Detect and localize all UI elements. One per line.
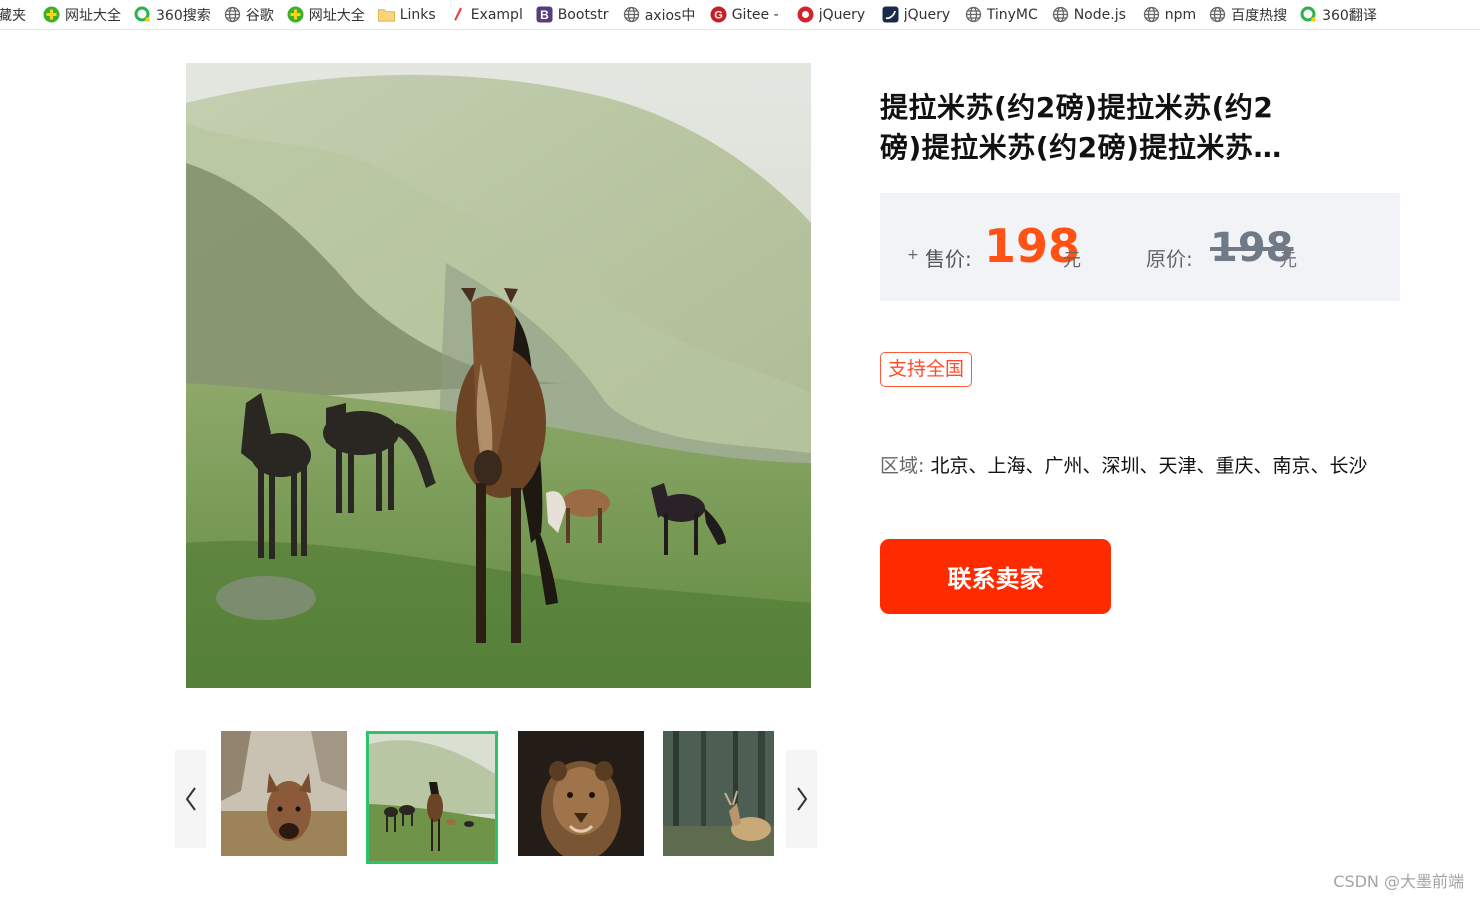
thumbnail-deer[interactable] — [221, 731, 347, 856]
main-product-image — [186, 63, 811, 688]
bookmark-item[interactable]: 网址大全 — [37, 0, 128, 29]
bookmark-item[interactable]: Node.js — [1046, 0, 1137, 29]
globe-icon — [224, 6, 241, 23]
bookmark-label: jQuery — [818, 6, 866, 23]
jquery-dark-icon — [882, 6, 899, 23]
bookmark-item[interactable]: jQuery — [791, 0, 876, 29]
globe-icon — [1209, 6, 1226, 23]
bookmark-label: 藏夹 — [0, 7, 26, 24]
nationwide-tag: 支持全国 — [880, 352, 973, 387]
thumbnail-resting-deer[interactable] — [663, 731, 774, 856]
thumbnail-horses[interactable] — [366, 731, 498, 864]
bookmark-item[interactable]: B Bootstr — [530, 0, 617, 29]
bookmark-label: TinyMC — [986, 6, 1038, 23]
bookmark-item[interactable]: 网址大全 — [281, 0, 372, 29]
prev-thumbnail-button[interactable] — [175, 750, 206, 848]
bookmark-label: Gitee - — [731, 6, 779, 23]
bootstrap-icon: B — [536, 6, 553, 23]
globe-icon — [1052, 6, 1069, 23]
bookmark-label: 百度热搜 — [1231, 7, 1288, 24]
bookmarks-bar: 藏夹 网址大全 360搜索 谷歌 网址大全 Links Exampl B Boo… — [0, 0, 1480, 30]
bookmark-item[interactable]: 360翻译 — [1294, 0, 1384, 29]
chevron-left-icon — [185, 787, 196, 811]
360-search-icon — [1300, 6, 1317, 23]
bookmark-item[interactable]: G Gitee - — [704, 0, 791, 29]
region-row: 区域: 北京、上海、广州、深圳、天津、重庆、南京、长沙 — [880, 451, 1367, 478]
sale-price-label: 售价: — [925, 247, 972, 271]
bookmark-label: npm — [1164, 6, 1197, 23]
bookmark-item[interactable]: Links — [372, 0, 443, 29]
bookmark-label: Exampl — [470, 6, 523, 23]
region-label: 区域: — [880, 455, 925, 477]
contact-seller-button[interactable]: 联系卖家 — [880, 539, 1111, 614]
bookmark-item[interactable]: Exampl — [443, 0, 530, 29]
folder-icon — [377, 6, 395, 23]
thumbnail-lioness[interactable] — [518, 731, 644, 856]
gitee-icon: G — [710, 6, 727, 23]
bookmark-label: 网址大全 — [308, 7, 365, 24]
pen-icon — [449, 6, 466, 23]
product-title: 提拉米苏(约2磅)提拉米苏(约2磅)提拉米苏(约2磅)提拉米苏… — [880, 91, 1282, 164]
bookmark-label: 谷歌 — [245, 7, 274, 24]
bookmark-item[interactable]: npm — [1137, 0, 1203, 29]
price-panel: + 售价: 198 元 原价: 198 元 — [880, 193, 1400, 301]
next-thumbnail-button[interactable] — [786, 750, 817, 848]
original-price-label: 原价: — [1146, 247, 1193, 271]
globe-icon — [623, 6, 640, 23]
bookmark-item[interactable]: 谷歌 — [218, 0, 281, 29]
region-value: 北京、上海、广州、深圳、天津、重庆、南京、长沙 — [930, 455, 1368, 477]
bookmark-label: 网址大全 — [65, 7, 121, 24]
bookmark-label: Links — [399, 6, 436, 23]
bookmark-item[interactable]: TinyMC — [959, 0, 1046, 29]
bookmark-label: 360翻译 — [1322, 7, 1377, 24]
globe-icon — [965, 6, 982, 23]
bookmark-item[interactable]: 百度热搜 — [1203, 0, 1294, 29]
bookmark-item[interactable]: 藏夹 — [0, 0, 37, 29]
bookmark-item[interactable]: jQuery — [876, 0, 959, 29]
bookmark-label: Bootstr — [557, 6, 609, 23]
globe-icon — [1143, 6, 1160, 23]
chevron-right-icon — [796, 787, 807, 811]
360-search-icon — [134, 6, 151, 23]
bookmark-label: Node.js — [1073, 6, 1126, 23]
360-navigation-icon — [43, 6, 60, 23]
sale-price-unit: 元 — [1063, 250, 1081, 271]
original-price-unit: 元 — [1279, 250, 1297, 271]
bookmark-label: 360搜索 — [156, 7, 211, 24]
svg-text:B: B — [540, 8, 549, 22]
360-navigation-icon — [287, 6, 304, 23]
svg-text:G: G — [714, 10, 723, 22]
bookmark-item[interactable]: 360搜索 — [128, 0, 218, 29]
bookmark-label: axios中 — [644, 7, 696, 24]
sale-plus-mark: + — [907, 247, 919, 263]
bookmark-label: jQuery — [903, 6, 951, 23]
bookmark-item[interactable]: axios中 — [617, 0, 704, 29]
jquery-red-icon — [797, 6, 814, 23]
watermark: CSDN @大墨前端 — [1333, 872, 1464, 891]
